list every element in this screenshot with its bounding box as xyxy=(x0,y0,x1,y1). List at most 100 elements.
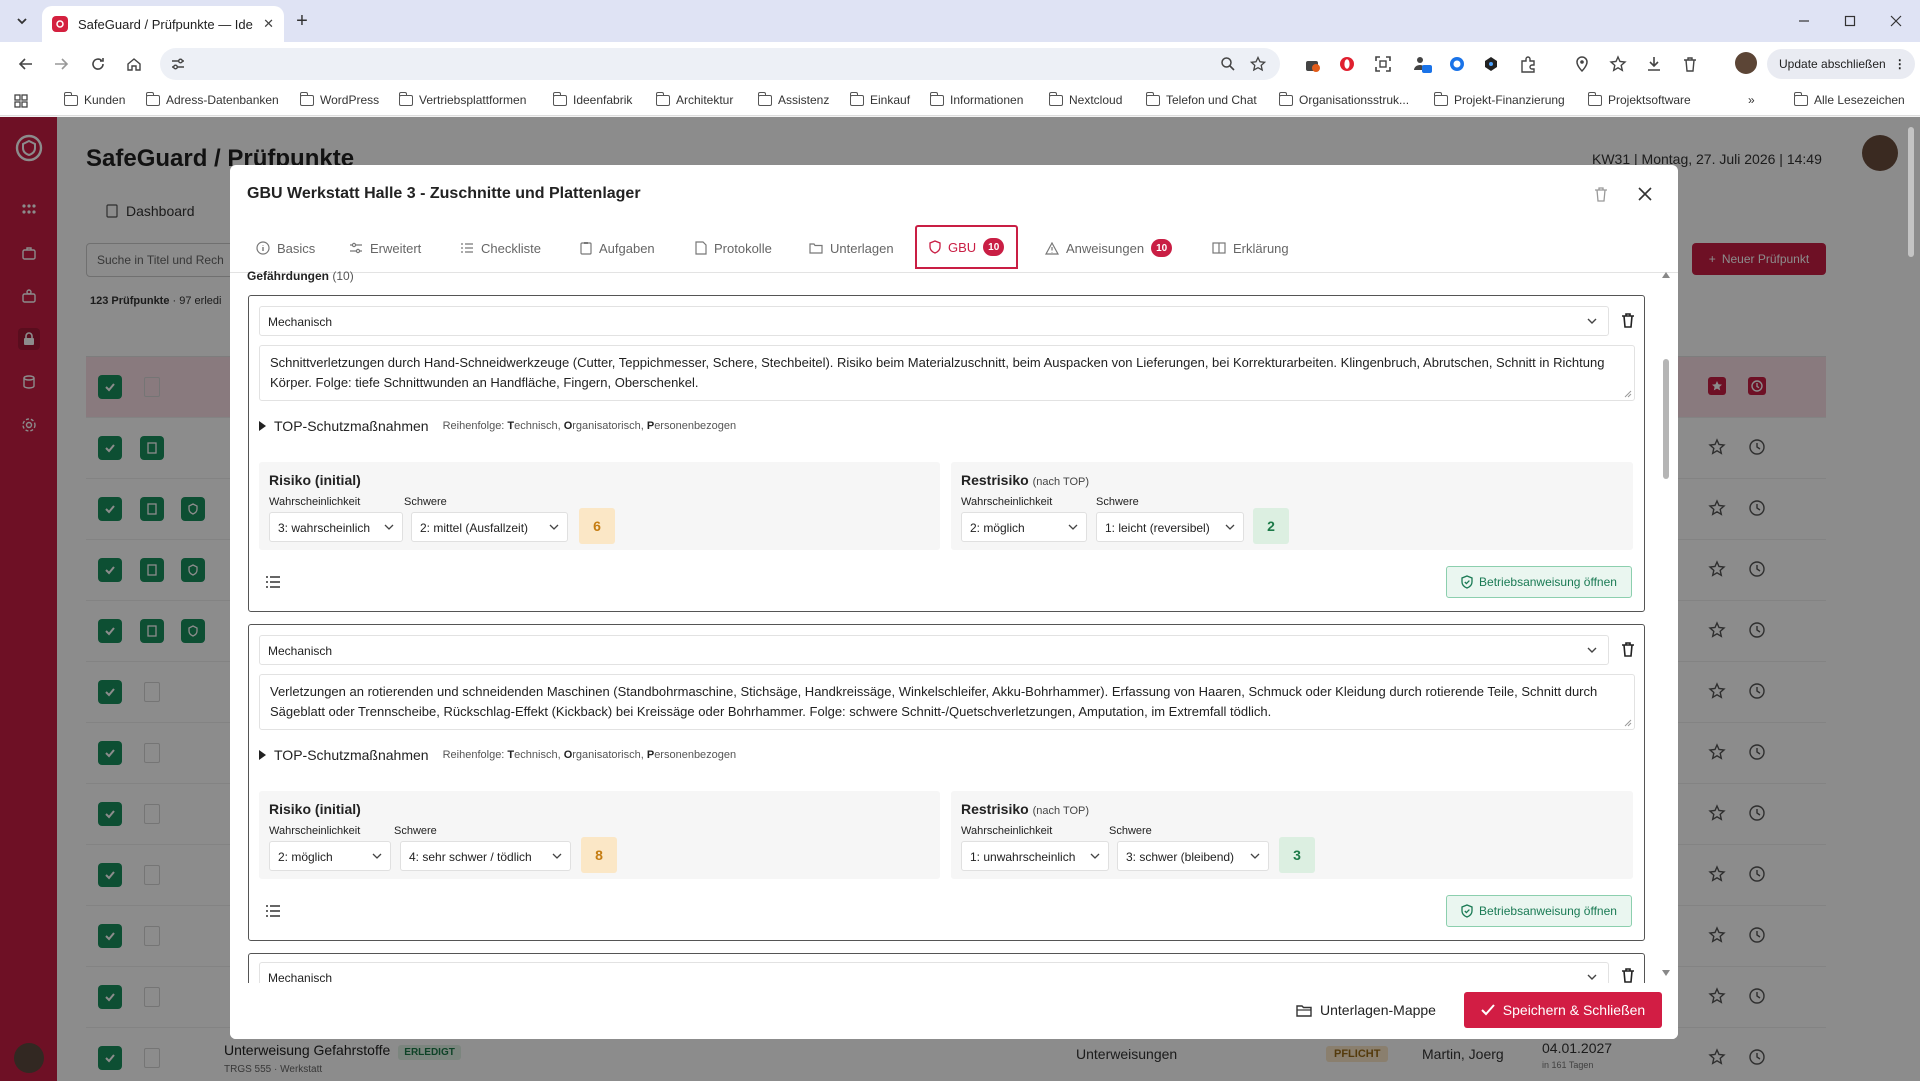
list-icon[interactable] xyxy=(265,575,281,589)
close-window-button[interactable] xyxy=(1873,8,1919,34)
top-measures-toggle[interactable]: TOP-Schutzmaßnahmen Reihenfolge: Technis… xyxy=(259,418,736,434)
folder-icon xyxy=(1587,91,1602,106)
blue-circle-extension-icon[interactable] xyxy=(1447,54,1467,74)
tab-search-button[interactable] xyxy=(8,9,36,33)
tab-erklaerung[interactable]: Erklärung xyxy=(1212,223,1289,273)
reload-button[interactable] xyxy=(86,52,110,76)
page-scrollbar-thumb[interactable] xyxy=(1908,127,1914,257)
page-scrollbar[interactable] xyxy=(1906,117,1916,1081)
list-icon[interactable] xyxy=(265,904,281,918)
trash-icon[interactable] xyxy=(1680,54,1700,74)
profile-avatar[interactable] xyxy=(1735,52,1757,74)
residual-severity-select[interactable]: 3: schwer (bleibend) xyxy=(1117,841,1269,871)
probability-label: Wahrscheinlichkeit xyxy=(269,496,361,508)
extensions-puzzle-icon[interactable] xyxy=(1518,54,1538,74)
delete-hazard-icon[interactable] xyxy=(1619,966,1637,984)
modal-scrollbar-thumb[interactable] xyxy=(1663,359,1669,479)
tab-protokolle[interactable]: Protokolle xyxy=(695,223,772,273)
gem-extension-icon[interactable] xyxy=(1481,54,1501,74)
resize-handle-icon[interactable] xyxy=(1624,390,1632,398)
initial-risk-box: Risiko (initial) Wahrscheinlichkeit Schw… xyxy=(259,462,940,550)
initial-probability-select[interactable]: 2: möglich xyxy=(269,841,391,871)
top-measures-toggle[interactable]: TOP-Schutzmaßnahmen Reihenfolge: Technis… xyxy=(259,747,736,763)
residual-probability-select[interactable]: 1: unwahrscheinlich xyxy=(961,841,1109,871)
bookmark-adress-datenbanken[interactable]: Adress-Datenbanken xyxy=(145,91,279,107)
trash-icon[interactable] xyxy=(1592,185,1610,203)
people-extension-icon[interactable] xyxy=(1412,54,1432,74)
tab-unterlagen[interactable]: Unterlagen xyxy=(809,223,894,273)
initial-severity-select[interactable]: 4: sehr schwer / tödlich xyxy=(400,841,571,871)
folder-icon xyxy=(1145,91,1160,106)
bookmark-ideenfabrik[interactable]: Ideenfabrik xyxy=(552,91,632,107)
opera-extension-icon[interactable] xyxy=(1337,54,1357,74)
tab-checkliste[interactable]: Checkliste xyxy=(460,223,541,273)
bookmark-informationen[interactable]: Informationen xyxy=(929,91,1023,107)
initial-severity-select[interactable]: 2: mittel (Ausfallzeit) xyxy=(411,512,568,542)
folder-icon xyxy=(398,91,413,106)
home-button[interactable] xyxy=(122,52,146,76)
shield-check-icon xyxy=(1461,575,1473,589)
hazard-category-select[interactable]: Mechanisch xyxy=(259,635,1609,665)
residual-risk-score: 3 xyxy=(1279,837,1315,873)
resize-handle-icon[interactable] xyxy=(1624,719,1632,727)
shield-check-icon xyxy=(1461,904,1473,918)
more-bookmarks-button[interactable]: » xyxy=(1748,93,1755,107)
more-vertical-icon: ⋮ xyxy=(1893,57,1906,71)
safeguard-favicon-icon xyxy=(52,16,68,32)
open-instruction-button[interactable]: Betriebsanweisung öffnen xyxy=(1446,566,1632,598)
minimize-window-button[interactable] xyxy=(1781,8,1827,34)
zoom-icon[interactable] xyxy=(1220,56,1236,72)
initial-probability-select[interactable]: 3: wahrscheinlich xyxy=(269,512,403,542)
screenshot-extension-icon[interactable] xyxy=(1373,54,1393,74)
close-icon xyxy=(1890,15,1902,27)
bookmark-telefon-und-chat[interactable]: Telefon und Chat xyxy=(1145,91,1257,107)
tab-aufgaben[interactable]: Aufgaben xyxy=(580,223,655,273)
open-instruction-button[interactable]: Betriebsanweisung öffnen xyxy=(1446,895,1632,927)
tab-erweitert[interactable]: Erweitert xyxy=(349,223,421,273)
tab-basics[interactable]: Basics xyxy=(256,223,315,273)
scroll-up-icon[interactable] xyxy=(1661,271,1671,279)
bookmark-kunden[interactable]: Kunden xyxy=(63,91,125,107)
extension-bag-icon[interactable] xyxy=(1302,54,1322,74)
address-bar[interactable] xyxy=(160,48,1280,80)
bookmark-star-icon[interactable] xyxy=(1250,56,1266,72)
bookmark-wordpress[interactable]: WordPress xyxy=(299,91,379,107)
bookmark-assistenz[interactable]: Assistenz xyxy=(757,91,829,107)
hazard-description-textarea[interactable]: Schnittverletzungen durch Hand-Schneidwe… xyxy=(259,345,1635,401)
forward-button[interactable] xyxy=(49,52,73,76)
bookmark-organisationsstruktur[interactable]: Organisationsstruk... xyxy=(1278,91,1409,107)
bookmark-vertriebsplattformen[interactable]: Vertriebsplattformen xyxy=(398,91,526,107)
site-settings-icon[interactable] xyxy=(170,56,186,72)
bookmark-nextcloud[interactable]: Nextcloud xyxy=(1048,91,1122,107)
bookmark-einkauf[interactable]: Einkauf xyxy=(849,91,910,107)
location-pin-icon[interactable] xyxy=(1572,54,1592,74)
hazard-category-select[interactable]: Mechanisch xyxy=(259,306,1609,336)
new-tab-button[interactable]: + xyxy=(290,10,314,32)
close-modal-button[interactable] xyxy=(1634,183,1656,205)
scroll-down-icon[interactable] xyxy=(1661,969,1671,977)
tab-anweisungen[interactable]: Anweisungen 10 xyxy=(1045,223,1173,273)
residual-severity-select[interactable]: 1: leicht (reversibel) xyxy=(1096,512,1244,542)
bookmark-projekt-finanzierung[interactable]: Projekt-Finanzierung xyxy=(1433,91,1565,107)
favorites-star-icon[interactable] xyxy=(1608,54,1628,74)
hazard-description-textarea[interactable]: Verletzungen an rotierenden und schneide… xyxy=(259,674,1635,730)
delete-hazard-icon[interactable] xyxy=(1619,640,1637,658)
browser-tab-active[interactable]: SafeGuard / Prüfpunkte — Idee ✕ xyxy=(42,6,284,42)
chevron-down-icon xyxy=(1225,524,1235,530)
tab-gbu[interactable]: GBU 10 xyxy=(915,225,1019,269)
apps-grid-icon[interactable] xyxy=(14,94,28,108)
download-icon[interactable] xyxy=(1644,54,1664,74)
chevron-down-icon xyxy=(1250,853,1260,859)
update-button[interactable]: Update abschließen ⋮ xyxy=(1767,49,1915,79)
residual-probability-select[interactable]: 2: möglich xyxy=(961,512,1087,542)
maximize-window-button[interactable] xyxy=(1827,8,1873,34)
save-and-close-button[interactable]: Speichern & Schließen xyxy=(1464,992,1662,1028)
modal-scrollbar[interactable] xyxy=(1660,271,1672,983)
documents-folder-button[interactable]: Unterlagen-Mappe xyxy=(1296,1002,1436,1018)
close-tab-icon[interactable]: ✕ xyxy=(263,16,274,32)
back-button[interactable] xyxy=(14,52,38,76)
bookmark-projektsoftware[interactable]: Projektsoftware xyxy=(1587,91,1691,107)
delete-hazard-icon[interactable] xyxy=(1619,311,1637,329)
all-bookmarks[interactable]: Alle Lesezeichen xyxy=(1793,91,1905,107)
bookmark-architektur[interactable]: Architektur xyxy=(655,91,733,107)
